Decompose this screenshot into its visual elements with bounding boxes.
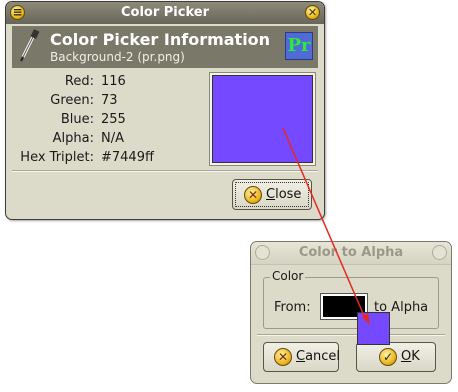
window-menu-button[interactable]	[255, 245, 270, 260]
color-picker-window: ≡ Color Picker ✕ Color Picker Informatio…	[5, 1, 325, 220]
header-subtitle: Background-2 (pr.png)	[50, 50, 185, 64]
info-labels: Red: Green: Blue: Alpha: Hex Triplet:	[12, 72, 94, 167]
window-menu-button[interactable]: ≡	[10, 5, 25, 20]
alpha-value: N/A	[101, 131, 124, 146]
group-label: Color	[270, 269, 306, 283]
window-title: Color to Alpha	[298, 245, 404, 260]
hex-value: #7449ff	[101, 150, 154, 165]
window-close-button[interactable]: ✕	[305, 5, 320, 20]
color-to-alpha-titlebar[interactable]: Color to Alpha	[251, 242, 451, 265]
from-label: From:	[274, 300, 311, 315]
color-group: Color From: to Alpha	[263, 269, 439, 329]
red-value: 116	[101, 74, 126, 89]
cancel-mnemonic: C	[296, 349, 306, 364]
ok-label: K	[411, 349, 420, 364]
ok-button[interactable]: ✓ OK	[356, 342, 436, 372]
info-values: 116 73 255 N/A #7449ff	[101, 72, 154, 167]
green-label: Green:	[50, 93, 94, 108]
cancel-button[interactable]: ✕ Cancel	[263, 342, 341, 372]
window-title: Color Picker	[120, 5, 209, 20]
close-button[interactable]: ✕ Close	[232, 179, 312, 210]
header-title: Color Picker Information	[50, 30, 271, 49]
color-to-alpha-window: Color to Alpha Color From: to Alpha ✕ Ca…	[250, 241, 452, 384]
separator	[257, 334, 445, 336]
separator	[12, 170, 318, 172]
cancel-label: ancel	[305, 349, 341, 364]
cancel-x-icon: ✕	[244, 185, 262, 204]
color-picker-icon	[20, 29, 40, 62]
close-icon: ✕	[307, 6, 318, 19]
ok-mnemonic: O	[401, 349, 412, 364]
cancel-x-icon: ✕	[274, 348, 292, 366]
green-value: 73	[101, 93, 118, 108]
info-header: Color Picker Information Background-2 (p…	[12, 26, 318, 68]
blue-label: Blue:	[60, 112, 94, 127]
picked-color-swatch[interactable]	[212, 75, 313, 163]
color-picker-titlebar[interactable]: ≡ Color Picker ✕	[6, 2, 324, 24]
hex-label: Hex Triplet:	[20, 150, 94, 165]
menu-lines-icon: ≡	[12, 5, 23, 19]
color-swatch-frame	[209, 72, 316, 166]
red-label: Red:	[64, 74, 94, 89]
checkmark-icon: ✓	[379, 348, 397, 366]
gimp-logo-icon: Pr	[285, 32, 313, 60]
close-mnemonic: C	[266, 186, 276, 202]
dragged-color-swatch	[357, 312, 390, 345]
blue-value: 255	[101, 112, 126, 127]
alpha-label: Alpha:	[52, 131, 94, 146]
window-close-button[interactable]	[432, 245, 447, 260]
close-label: lose	[275, 186, 302, 202]
